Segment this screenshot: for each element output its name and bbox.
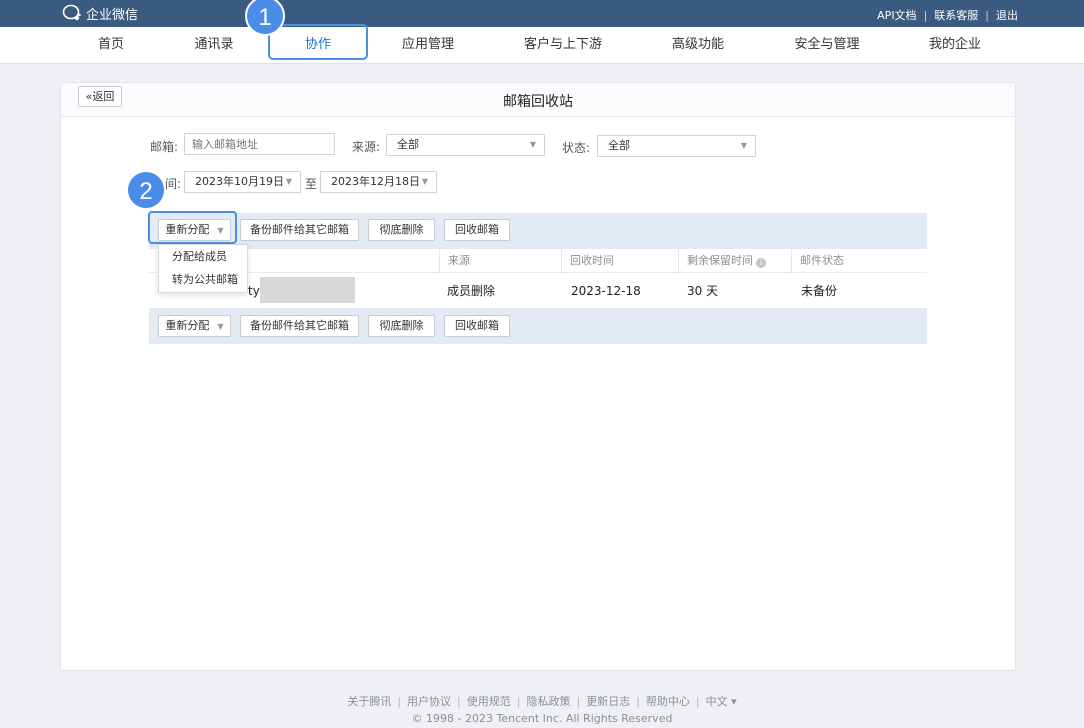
permanent-delete-button-bottom[interactable]: 彻底删除: [368, 315, 435, 337]
status-select[interactable]: 全部 ▼: [597, 135, 756, 157]
email-label: 邮箱:: [150, 140, 179, 154]
date-from-value: 2023年10月19日: [195, 175, 284, 188]
top-links: API文档 | 联系客服 | 退出: [877, 7, 1018, 23]
nav-security[interactable]: 安全与管理: [794, 27, 859, 64]
footer-about-tencent[interactable]: 关于腾讯: [347, 695, 391, 708]
status-label: 状态:: [562, 141, 591, 155]
chevron-down-icon: ▼: [421, 177, 428, 186]
top-bar: 企业微信 API文档 | 联系客服 | 退出: [0, 0, 1084, 27]
row-mail-status: 未备份: [801, 284, 838, 298]
column-remaining-time: 剩余保留时间 i: [678, 249, 791, 273]
date-to-picker[interactable]: 2023年12月18日 ▼: [320, 171, 437, 193]
row-recycle-time: 2023-12-18: [571, 284, 641, 298]
email-search-input[interactable]: [184, 133, 335, 155]
reassign-label: 重新分配: [165, 319, 210, 332]
separator: |: [636, 695, 640, 708]
remaining-time-label: 剩余保留时间: [687, 254, 753, 267]
api-docs-link[interactable]: API文档: [877, 7, 916, 23]
page-title: 邮箱回收站: [503, 94, 573, 110]
redacted-email: [260, 277, 355, 303]
separator: |: [457, 695, 461, 708]
nav-home[interactable]: 首页: [98, 27, 124, 64]
backup-to-other-mailbox-button[interactable]: 备份邮件给其它邮箱: [240, 219, 359, 241]
chevron-down-icon: ▼: [529, 140, 536, 149]
date-to-value: 2023年12月18日: [331, 175, 420, 188]
recycle-mailbox-button-bottom[interactable]: 回收邮箱: [444, 315, 510, 337]
chevron-down-icon: ▼: [740, 141, 747, 150]
footer-language-select[interactable]: 中文 ▾: [706, 695, 737, 708]
footer-changelog[interactable]: 更新日志: [586, 695, 630, 708]
source-select[interactable]: 全部 ▼: [386, 134, 545, 156]
permanent-delete-button[interactable]: 彻底删除: [368, 219, 435, 241]
nav-my-company[interactable]: 我的企业: [929, 27, 981, 64]
date-from-picker[interactable]: 2023年10月19日 ▼: [184, 171, 301, 193]
separator: |: [576, 695, 581, 708]
separator: |: [695, 695, 700, 708]
chevron-down-icon: ▼: [217, 322, 224, 331]
date-to-label: 至: [305, 177, 318, 191]
nav-contacts[interactable]: 通讯录: [194, 27, 233, 64]
contact-support-link[interactable]: 联系客服: [934, 7, 978, 23]
brand-logo[interactable]: 企业微信: [62, 3, 138, 23]
row-remaining-time: 30 天: [687, 284, 719, 298]
main-nav: 首页 通讯录 协作 应用管理 客户与上下游 高级功能 安全与管理 我的企业: [0, 27, 1084, 64]
footer-help-center[interactable]: 帮助中心: [646, 695, 690, 708]
status-value: 全部: [608, 139, 630, 152]
step-badge-2: 2: [126, 170, 166, 210]
panel-header: «返回 邮箱回收站: [61, 83, 1015, 117]
reassign-dropdown-button-bottom[interactable]: 重新分配 ▼: [158, 315, 231, 337]
separator: |: [923, 8, 928, 22]
separator: |: [985, 8, 989, 22]
column-mail-status: 邮件状态: [791, 249, 927, 273]
backup-to-other-mailbox-button-bottom[interactable]: 备份邮件给其它邮箱: [240, 315, 359, 337]
logout-link[interactable]: 退出: [996, 7, 1018, 23]
separator: |: [516, 695, 521, 708]
footer-usage-rules[interactable]: 使用规范: [467, 695, 511, 708]
table-header: 来源 回收时间 剩余保留时间 i 邮件状态: [149, 249, 927, 273]
time-label: 间:: [165, 177, 182, 191]
nav-advanced[interactable]: 高级功能: [672, 27, 724, 64]
source-value: 全部: [397, 138, 419, 151]
recycle-mailbox-button[interactable]: 回收邮箱: [444, 219, 510, 241]
copyright: © 1998 - 2023 Tencent Inc. All Rights Re…: [411, 712, 673, 725]
footer-privacy-policy[interactable]: 隐私政策: [526, 695, 570, 708]
chevron-down-icon: ▼: [285, 177, 292, 186]
row-source: 成员删除: [447, 284, 496, 298]
menu-item-assign-to-member[interactable]: 分配给成员: [159, 245, 247, 268]
source-label: 来源:: [352, 140, 381, 154]
brand-name: 企业微信: [86, 7, 139, 23]
nav-app-management[interactable]: 应用管理: [402, 27, 454, 64]
nav-customers-partners[interactable]: 客户与上下游: [524, 27, 602, 64]
footer-user-agreement[interactable]: 用户协议: [407, 695, 451, 708]
menu-item-convert-to-public-mailbox[interactable]: 转为公共邮箱: [159, 268, 247, 291]
reassign-dropdown-menu: 分配给成员 转为公共邮箱: [158, 244, 248, 293]
separator: |: [397, 695, 402, 708]
footer-links: 关于腾讯 | 用户协议 | 使用规范 | 隐私政策 | 更新日志 | 帮助中心 | 中文 ▾: [0, 693, 1084, 709]
column-source: 来源: [439, 249, 561, 273]
info-icon[interactable]: i: [756, 258, 766, 268]
column-recycle-time: 回收时间: [561, 249, 678, 273]
action-bar-bottom: 重新分配 ▼ 备份邮件给其它邮箱 彻底删除 回收邮箱: [149, 308, 927, 344]
row-email-partial: ty: [248, 284, 260, 298]
action-bar-top: 重新分配 ▼ 备份邮件给其它邮箱 彻底删除 回收邮箱: [149, 213, 927, 249]
highlight-reassign: [148, 211, 237, 244]
wecom-logo-icon: [62, 4, 81, 21]
recycle-bin-panel: «返回 邮箱回收站 邮箱: 来源: 全部 ▼ 状态: 全部 ▼ 间: 2023年…: [60, 82, 1016, 671]
highlight-collaboration: [268, 24, 368, 60]
